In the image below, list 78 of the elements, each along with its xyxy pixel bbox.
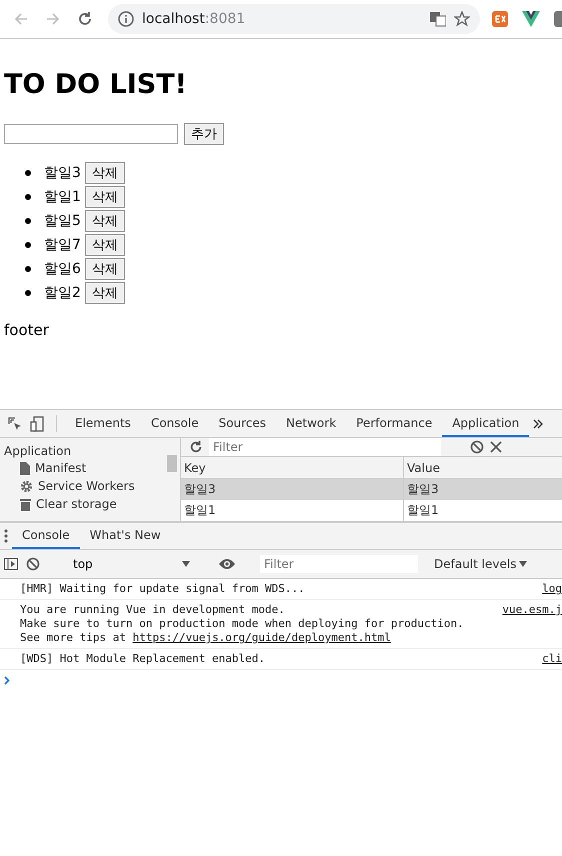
console-message: You are running Vue in development mode. bbox=[20, 603, 286, 617]
filter-field[interactable]: Filter bbox=[209, 438, 441, 456]
caret-icon bbox=[519, 561, 528, 567]
levels-dropdown[interactable]: Default levels bbox=[428, 556, 534, 572]
sidebar-heading: Application bbox=[4, 444, 72, 458]
delete-button[interactable]: 삭제 bbox=[84, 186, 125, 208]
clear-icon[interactable] bbox=[470, 440, 484, 454]
star-icon[interactable] bbox=[454, 11, 470, 27]
extension-icon[interactable] bbox=[492, 11, 508, 27]
todo-input-field[interactable] bbox=[4, 124, 178, 144]
source-link[interactable]: cli bbox=[536, 652, 562, 666]
devtools-tab[interactable]: Console bbox=[140, 410, 209, 437]
url-text: localhost:8081 bbox=[142, 11, 246, 27]
todo-text: 할일5 bbox=[44, 212, 81, 230]
console-message: [HMR] Waiting for update signal from WDS... bbox=[20, 582, 306, 596]
menu-icon[interactable] bbox=[4, 529, 8, 543]
v-logo-icon[interactable] bbox=[522, 11, 540, 27]
extension-icon[interactable] bbox=[554, 11, 562, 27]
console-filter-field[interactable]: Filter bbox=[260, 555, 418, 573]
inspect-icon[interactable] bbox=[8, 416, 22, 430]
trash-icon bbox=[20, 498, 31, 510]
todo-text: 할일6 bbox=[44, 260, 81, 278]
list-bullet bbox=[25, 218, 31, 224]
devtools-tab[interactable]: Network bbox=[276, 410, 346, 437]
gear-icon bbox=[20, 480, 33, 492]
clear-console-icon[interactable] bbox=[26, 557, 40, 571]
translate-icon[interactable] bbox=[430, 11, 446, 27]
sidebar-item[interactable]: Manifest bbox=[35, 461, 86, 475]
sidebar-toggle-icon[interactable] bbox=[4, 558, 18, 570]
table-cell[interactable]: 할일1 bbox=[181, 500, 404, 521]
list-bullet bbox=[25, 290, 31, 296]
docs-link[interactable]: https://vuejs.org/guide/deployment.html bbox=[132, 631, 391, 644]
table-cell[interactable]: 할일1 bbox=[404, 500, 562, 521]
caret-icon bbox=[182, 561, 190, 567]
add-button[interactable]: 추가 bbox=[184, 123, 224, 145]
sidebar-item[interactable]: Service Workers bbox=[38, 479, 135, 493]
device-icon[interactable] bbox=[30, 416, 44, 432]
close-icon[interactable] bbox=[490, 441, 502, 453]
reload-icon bbox=[77, 11, 93, 27]
delete-button[interactable]: 삭제 bbox=[84, 210, 125, 232]
arrow-icon bbox=[45, 11, 61, 27]
column-header[interactable]: Key bbox=[181, 457, 404, 478]
source-link[interactable]: vue.esm.j bbox=[496, 603, 562, 645]
delete-button[interactable]: 삭제 bbox=[84, 162, 125, 184]
todo-text: 할일3 bbox=[44, 164, 81, 182]
devtools-tab[interactable]: Elements bbox=[65, 410, 141, 437]
eye-icon[interactable] bbox=[219, 558, 235, 570]
context-select[interactable]: top bbox=[69, 557, 194, 571]
delete-button[interactable]: 삭제 bbox=[84, 234, 125, 256]
arrow-icon bbox=[13, 11, 29, 27]
list-bullet bbox=[25, 242, 31, 248]
info-icon bbox=[118, 11, 134, 27]
list-bullet bbox=[25, 266, 31, 272]
page-title: TO DO LIST! bbox=[4, 68, 187, 102]
prompt-chevron-icon bbox=[4, 676, 10, 685]
column-header[interactable]: Value bbox=[404, 457, 562, 478]
console-message: [WDS] Hot Module Replacement enabled. bbox=[20, 652, 266, 666]
todo-text: 할일1 bbox=[44, 188, 81, 206]
footer-text: footer bbox=[4, 321, 49, 339]
more-tabs-icon[interactable] bbox=[533, 418, 544, 428]
console-message: See more tips at https://vuejs.org/guide/deployment.html bbox=[20, 631, 392, 645]
list-bullet bbox=[25, 170, 31, 176]
document-icon bbox=[20, 462, 30, 474]
drawer-tab[interactable]: What's New bbox=[80, 523, 171, 549]
list-bullet bbox=[25, 194, 31, 200]
refresh-icon[interactable] bbox=[189, 440, 203, 454]
todo-text: 할일7 bbox=[44, 236, 81, 254]
source-link[interactable]: log bbox=[536, 582, 562, 596]
sidebar-item[interactable]: Clear storage bbox=[36, 497, 117, 511]
table-cell[interactable]: 할일3 bbox=[181, 478, 404, 500]
delete-button[interactable]: 삭제 bbox=[84, 282, 125, 304]
devtools-tab[interactable]: Sources bbox=[208, 410, 276, 437]
devtools-tab[interactable]: Performance bbox=[346, 410, 442, 437]
address-bar[interactable]: localhost:8081 bbox=[108, 4, 480, 34]
delete-button[interactable]: 삭제 bbox=[84, 258, 125, 280]
console-message: Make sure to turn on production mode when deploying for production. bbox=[20, 617, 465, 631]
table-cell[interactable]: 할일3 bbox=[404, 478, 562, 500]
todo-text: 할일2 bbox=[44, 284, 81, 302]
